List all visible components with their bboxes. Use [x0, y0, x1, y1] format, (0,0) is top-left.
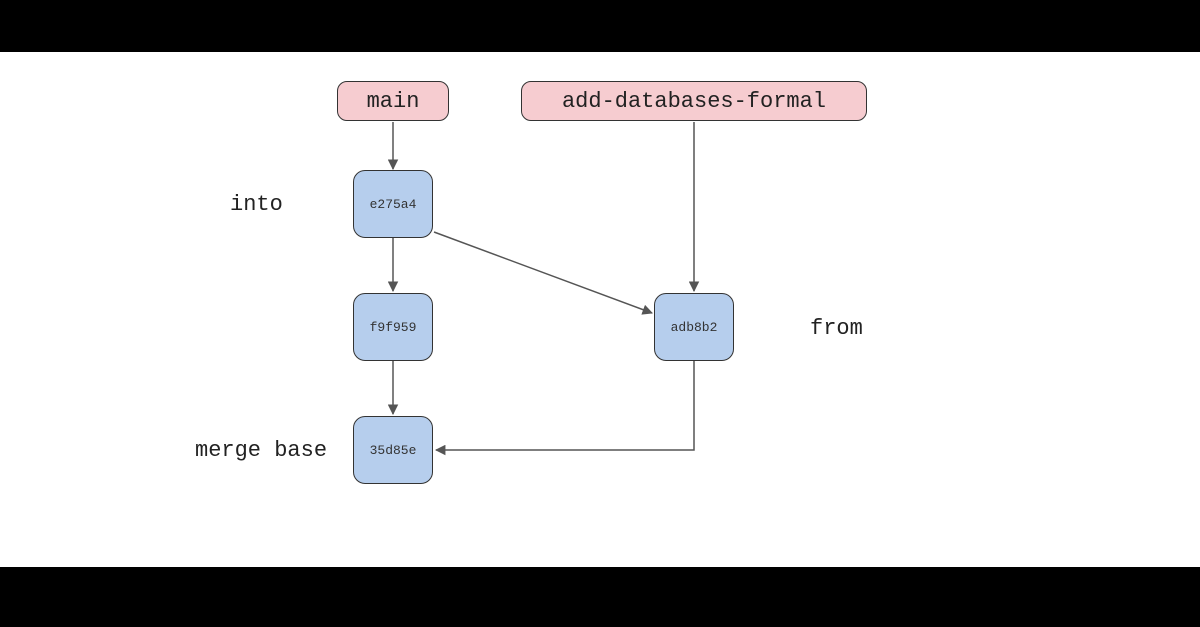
commit-c2: f9f959 [353, 293, 433, 361]
commit-c4: adb8b2 [654, 293, 734, 361]
label-into: into [230, 192, 283, 217]
label-merge-base: merge base [195, 438, 327, 463]
edge-c1-to-c4 [434, 232, 652, 313]
branch-main: main [337, 81, 449, 121]
branch-feature: add-databases-formal [521, 81, 867, 121]
label-from: from [810, 316, 863, 341]
commit-c3: 35d85e [353, 416, 433, 484]
diagram-canvas: main add-databases-formal e275a4 f9f959 … [0, 52, 1200, 567]
edge-c4-to-c3 [436, 361, 694, 450]
commit-c1: e275a4 [353, 170, 433, 238]
edges-layer [0, 52, 1200, 567]
